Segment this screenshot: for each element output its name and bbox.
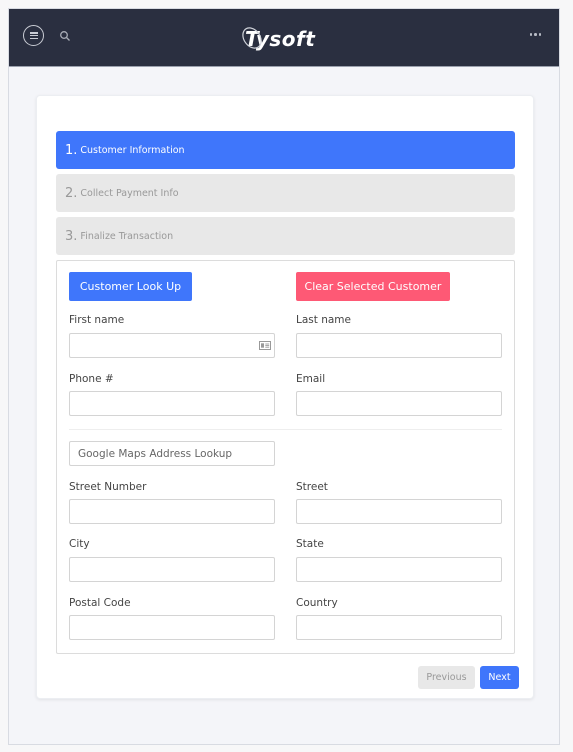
customer-information-panel: Customer Look Up Clear Selected Customer… xyxy=(56,260,515,654)
first-name-label: First name xyxy=(69,314,125,326)
street-number-input[interactable] xyxy=(69,499,275,524)
step-number: 2. xyxy=(65,185,78,201)
more-horizontal-icon[interactable] xyxy=(529,33,541,36)
first-name-input[interactable] xyxy=(69,333,275,358)
logo-ring-icon xyxy=(242,27,262,49)
street-number-label: Street Number xyxy=(69,481,147,493)
logo: Tysoft xyxy=(242,27,315,51)
country-label: Country xyxy=(296,597,338,609)
step-label: Customer Information xyxy=(80,144,185,156)
city-label: City xyxy=(69,538,90,550)
next-button[interactable]: Next xyxy=(480,666,519,689)
clear-selected-customer-button[interactable]: Clear Selected Customer xyxy=(296,272,450,301)
search-icon[interactable] xyxy=(59,30,71,42)
email-label: Email xyxy=(296,373,326,385)
checkout-wizard-card: 1. Customer Information 2. Collect Payme… xyxy=(36,95,534,699)
email-input[interactable] xyxy=(296,391,502,416)
google-maps-address-lookup-input[interactable] xyxy=(69,441,275,466)
wizard-step-customer-information[interactable]: 1. Customer Information xyxy=(56,131,515,169)
previous-button[interactable]: Previous xyxy=(418,666,475,689)
wizard-step-finalize-transaction[interactable]: 3. Finalize Transaction xyxy=(56,217,515,255)
app-frame: Tysoft 1. Customer Information 2. Collec… xyxy=(8,8,560,745)
postal-code-input[interactable] xyxy=(69,615,275,640)
phone-label: Phone # xyxy=(69,373,114,385)
postal-code-label: Postal Code xyxy=(69,597,131,609)
contact-card-icon[interactable] xyxy=(259,341,271,350)
country-input[interactable] xyxy=(296,615,502,640)
step-number: 3. xyxy=(65,228,78,244)
hamburger-menu-icon[interactable] xyxy=(23,25,44,46)
wizard-step-collect-payment-info[interactable]: 2. Collect Payment Info xyxy=(56,174,515,212)
street-label: Street xyxy=(296,481,328,493)
last-name-input[interactable] xyxy=(296,333,502,358)
step-label: Finalize Transaction xyxy=(80,230,174,242)
street-input[interactable] xyxy=(296,499,502,524)
section-divider xyxy=(69,429,502,430)
last-name-label: Last name xyxy=(296,314,351,326)
state-label: State xyxy=(296,538,324,550)
phone-input[interactable] xyxy=(69,391,275,416)
step-number: 1. xyxy=(65,142,78,158)
city-input[interactable] xyxy=(69,557,275,582)
customer-lookup-button[interactable]: Customer Look Up xyxy=(69,272,192,301)
state-input[interactable] xyxy=(296,557,502,582)
top-navbar: Tysoft xyxy=(9,9,559,67)
step-label: Collect Payment Info xyxy=(80,187,179,199)
